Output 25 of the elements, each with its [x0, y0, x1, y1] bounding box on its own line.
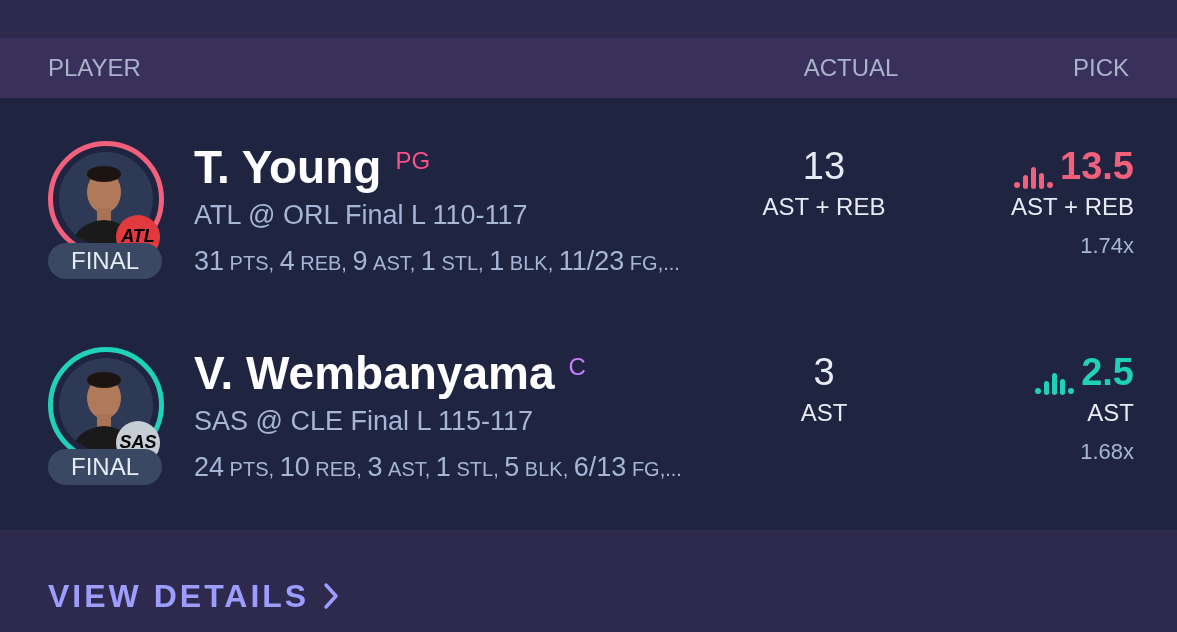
stat-line: 31 PTS, 4 REB, 9 AST, 1 STL, 1 BLK, 11/23 FG,...	[194, 245, 681, 278]
stat-label: AST + REB	[762, 191, 886, 222]
column-header: PLAYER	[48, 53, 142, 83]
stat-label: AST	[1087, 397, 1134, 428]
position-label: C	[568, 351, 586, 382]
status-badge: FINAL	[48, 242, 162, 279]
view-details-link[interactable]: VIEW DETAILS	[48, 572, 340, 620]
game-info: ATL @ ORL Final L 110-117	[194, 198, 529, 232]
stat-label: AST + REB	[1011, 191, 1134, 222]
stat-label: AST	[800, 397, 848, 428]
actual-value: 3	[813, 349, 835, 395]
status-badge: FINAL	[48, 448, 162, 485]
player-name: T. Young	[194, 140, 382, 193]
game-info: SAS @ CLE Final L 115-117	[194, 404, 535, 438]
actual-value: 13	[802, 143, 846, 189]
position-label: PG	[395, 145, 431, 176]
pick-value: 2.5	[1081, 349, 1134, 395]
multiplier: 1.68x	[1080, 437, 1134, 466]
column-header: PICK	[1073, 53, 1129, 83]
multiplier: 1.74x	[1080, 231, 1134, 260]
player-name: V. Wembanyama	[194, 346, 555, 399]
column-header: ACTUAL	[802, 53, 900, 83]
stat-line: 24 PTS, 10 REB, 3 AST, 1 STL, 5 BLK, 6/13 FG,...	[194, 451, 683, 484]
chevron-right-icon	[323, 582, 340, 610]
pick-value: 13.5	[1060, 143, 1134, 189]
